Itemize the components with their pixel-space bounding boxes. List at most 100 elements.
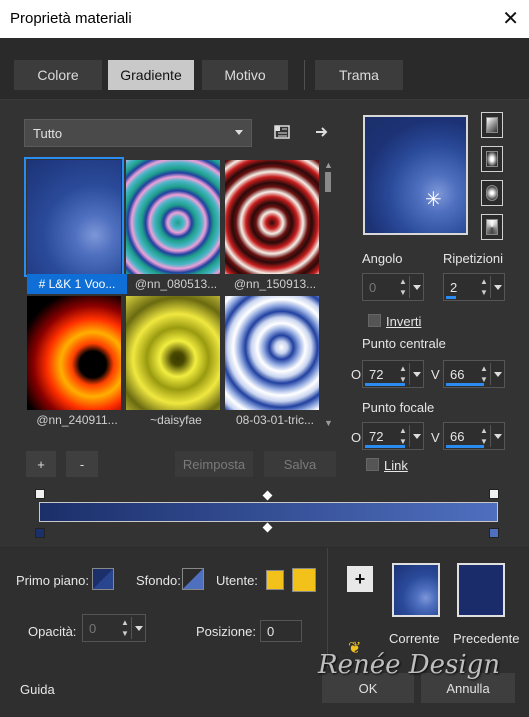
library-options-icon[interactable] (270, 120, 294, 144)
focal-v-value: 66 (450, 429, 465, 444)
sunburst-style-button[interactable] (481, 214, 503, 240)
scroll-up-icon[interactable]: ▲ (324, 160, 333, 170)
tabs-bar: Colore Gradiente Motivo Trama (0, 38, 529, 100)
position-value: 0 (267, 624, 275, 639)
tab-colore[interactable]: Colore (14, 60, 102, 90)
watermark-text: Renée Design (318, 650, 501, 680)
focal-v-letter: V (431, 430, 440, 445)
gradient-thumb[interactable]: # L&K 1 Voo... (24, 157, 127, 294)
opacity-field: 0 ▲ ▼ (82, 614, 146, 642)
tab-gradiente[interactable]: Gradiente (108, 60, 194, 90)
library-filter-select[interactable]: Tutto (24, 119, 252, 147)
gradient-preview-image (126, 160, 220, 274)
rectangular-style-button[interactable] (481, 146, 503, 172)
radial-style-button[interactable] (481, 180, 503, 206)
background-label: Sfondo: (136, 573, 181, 588)
help-link[interactable]: Guida (20, 682, 55, 697)
focal-h-letter: O (351, 430, 362, 445)
gradient-thumb-caption: @nn_080513... (134, 277, 218, 291)
spin-arrows-icon[interactable]: ▲ ▼ (397, 363, 409, 385)
focal-h-value: 72 (369, 429, 384, 444)
dropdown-icon (409, 276, 423, 298)
gradient-thumb-caption: ~daisyfae (150, 413, 202, 427)
title-bar: Proprietà materiali ✕ (0, 0, 529, 38)
arrow-right-icon[interactable] (310, 120, 334, 144)
invert-label: Inverti (386, 314, 422, 329)
save-gradient-button[interactable]: Salva (264, 451, 336, 477)
current-label: Corrente (389, 631, 440, 646)
value-indicator (365, 445, 405, 448)
gradient-preview-image (27, 160, 121, 274)
focal-v-field[interactable]: 66 ▲ ▼ (443, 422, 505, 450)
color-stop-top-right[interactable] (489, 489, 499, 499)
previous-swatch[interactable] (457, 563, 505, 617)
user-label: Utente: (216, 573, 258, 588)
user-swatch-small[interactable] (266, 570, 284, 590)
reset-button[interactable]: Reimposta (175, 451, 253, 477)
add-gradient-button[interactable]: + (26, 451, 56, 477)
user-swatch[interactable] (292, 568, 316, 592)
tab-separator (304, 60, 305, 90)
spin-arrows-icon: ▲ ▼ (399, 277, 407, 297)
color-stop-top-left[interactable] (35, 489, 45, 499)
remove-gradient-button[interactable]: - (66, 451, 98, 477)
opacity-value: 0 (89, 621, 97, 636)
value-indicator (446, 296, 456, 299)
tab-motivo[interactable]: Motivo (202, 60, 288, 90)
dropdown-icon[interactable] (490, 425, 504, 447)
gradient-thumb[interactable]: 08-03-01-tric... (225, 296, 319, 427)
focal-point-icon[interactable]: ✳ (425, 187, 442, 212)
gradient-thumb[interactable]: @nn_150913... (225, 160, 319, 291)
spin-arrows-icon[interactable]: ▲ ▼ (478, 276, 490, 298)
linear-style-button[interactable] (481, 112, 503, 138)
dropdown-icon[interactable] (409, 363, 423, 385)
color-stop-bottom-right[interactable] (489, 528, 499, 538)
position-label: Posizione: (196, 624, 256, 639)
value-indicator (365, 383, 405, 386)
scroll-down-icon[interactable]: ▼ (324, 418, 333, 428)
add-swatch-button[interactable]: + (347, 566, 373, 592)
dropdown-icon[interactable] (409, 425, 423, 447)
gradient-thumb[interactable]: @nn_240911... (27, 296, 121, 427)
spin-arrows-icon[interactable]: ▲ ▼ (478, 363, 490, 385)
center-h-field[interactable]: 72 ▲ ▼ (362, 360, 424, 388)
gradient-preview-image (126, 296, 220, 410)
gradient-thumb[interactable]: ~daisyfae (126, 296, 220, 427)
library-filter-value: Tutto (33, 125, 63, 141)
gradient-preview-image (225, 296, 319, 410)
center-point-label: Punto centrale (362, 336, 446, 351)
position-field[interactable]: 0 (260, 620, 302, 642)
scrollbar-thumb[interactable] (325, 172, 331, 192)
repeats-label: Ripetizioni (443, 251, 503, 266)
repeats-field[interactable]: 2 ▲ ▼ (443, 273, 505, 301)
foreground-swatch[interactable] (92, 568, 114, 590)
tab-trama[interactable]: Trama (315, 60, 403, 90)
color-stop-bottom-left[interactable] (35, 528, 45, 538)
gradient-thumb[interactable]: @nn_080513... (126, 160, 220, 291)
current-swatch[interactable] (392, 563, 440, 617)
focal-h-field[interactable]: 72 ▲ ▼ (362, 422, 424, 450)
library-scrollbar[interactable]: ▲ ▼ (322, 160, 334, 432)
link-label: Link (384, 458, 408, 473)
background-swatch[interactable] (182, 568, 204, 590)
rectangular-style-icon (486, 151, 498, 167)
close-icon[interactable]: ✕ (502, 6, 519, 31)
dropdown-icon[interactable] (490, 276, 504, 298)
invert-checkbox[interactable] (368, 314, 381, 327)
angle-value: 0 (369, 280, 377, 295)
value-indicator (446, 445, 484, 448)
gradient-thumb-caption: @nn_150913... (233, 277, 317, 291)
gradient-thumb-caption: 08-03-01-tric... (235, 413, 315, 427)
previous-label: Precedente (453, 631, 520, 646)
center-v-field[interactable]: 66 ▲ ▼ (443, 360, 505, 388)
gradient-thumb-caption: @nn_240911... (36, 413, 118, 427)
gradient-preview[interactable]: ✳ (363, 115, 468, 235)
repeats-value: 2 (450, 280, 458, 295)
link-checkbox[interactable] (366, 458, 379, 471)
dropdown-icon (131, 617, 145, 639)
spin-arrows-icon[interactable]: ▲ ▼ (397, 425, 409, 447)
spin-arrows-icon: ▲ ▼ (121, 618, 129, 638)
gradient-editor-bar[interactable] (39, 502, 498, 522)
dropdown-icon[interactable] (490, 363, 504, 385)
spin-arrows-icon[interactable]: ▲ ▼ (478, 425, 490, 447)
